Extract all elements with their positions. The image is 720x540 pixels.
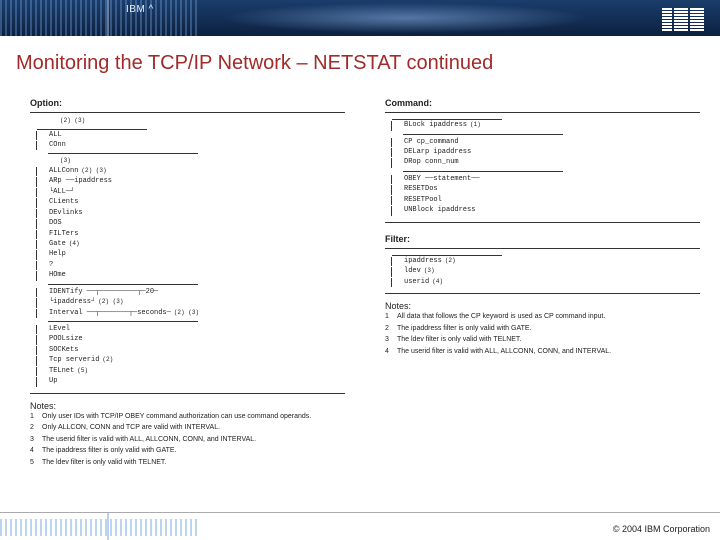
filter-section-label: Filter: xyxy=(385,233,700,245)
slide-footer: © 2004 IBM Corporation xyxy=(0,512,720,540)
option-item: ALLConn(2) (3) xyxy=(36,167,345,176)
option-item: └ipaddress┘(2) (3) xyxy=(36,298,345,307)
slide-header: IBM ^ xyxy=(0,0,720,36)
left-notes-list: 1Only user IDs with TCP/IP OBEY command … xyxy=(30,412,345,469)
note-item: 4The userid filter is valid with ALL, AL… xyxy=(385,347,700,358)
command-item: BLock ipaddress(1) xyxy=(391,121,700,130)
command-item: CP cp_command xyxy=(391,138,700,147)
note-item: 2The ipaddress filter is only valid with… xyxy=(385,324,700,335)
option-item: ALL xyxy=(36,131,345,140)
filter-syntax-diagram: ipaddress(2) ldev(3) userid(4) xyxy=(385,248,700,294)
note-item: 4The ipaddress filter is only valid with… xyxy=(30,446,345,457)
option-item: LEvel xyxy=(36,325,345,334)
note-item: 3The userid filter is valid with ALL, AL… xyxy=(30,435,345,446)
note-item: 2Only ALLCON, CONN and TCP are valid wit… xyxy=(30,423,345,434)
option-item: POOLsize xyxy=(36,335,345,344)
option-item: DOS xyxy=(36,219,345,228)
option-item: DEvlinks xyxy=(36,209,345,218)
command-section-label: Command: xyxy=(385,97,700,109)
left-column: Option: (2) (3) ALL COnn (3) ALLConn(2) … xyxy=(30,91,345,469)
option-header-ref: (2) (3) xyxy=(36,117,85,124)
filter-item: ipaddress(2) xyxy=(391,257,700,266)
command-divider xyxy=(403,134,563,135)
option-item: Gate(4) xyxy=(36,240,345,249)
left-notes-heading: Notes: xyxy=(30,400,345,412)
filter-item: ldev(3) xyxy=(391,267,700,276)
right-notes-heading: Notes: xyxy=(385,300,700,312)
footer-decor-stripes xyxy=(0,519,200,536)
command-syntax-diagram: BLock ipaddress(1) CP cp_command DELarp … xyxy=(385,112,700,223)
right-column: Command: BLock ipaddress(1) CP cp_comman… xyxy=(385,91,700,469)
command-item: UNBlock ipaddress xyxy=(391,206,700,215)
option-item: Up xyxy=(36,377,345,386)
option-ref: (3) xyxy=(36,157,71,164)
product-label: IBM ^ xyxy=(126,4,154,15)
command-divider xyxy=(403,171,563,172)
option-item: Help xyxy=(36,250,345,259)
command-item: RESETPool xyxy=(391,196,700,205)
option-item: IDENTify ──┬─────────┬─20─ xyxy=(36,288,345,297)
slide-title: Monitoring the TCP/IP Network – NETSTAT … xyxy=(0,36,720,81)
option-item: HOme xyxy=(36,271,345,280)
option-item: Tcp serverid(2) xyxy=(36,356,345,365)
right-notes-list: 1All data that follows the CP keyword is… xyxy=(385,312,700,357)
option-section-label: Option: xyxy=(30,97,345,109)
note-item: 1Only user IDs with TCP/IP OBEY command … xyxy=(30,412,345,423)
option-item: ? xyxy=(36,261,345,270)
header-decor-glow xyxy=(190,0,620,36)
option-item: CLients xyxy=(36,198,345,207)
option-divider xyxy=(48,284,198,285)
option-item: TELnet(5) xyxy=(36,367,345,376)
option-item: ARp ──ipaddress xyxy=(36,177,345,186)
note-item: 5The ldev filter is only valid with TELN… xyxy=(30,458,345,469)
option-item: FILTers xyxy=(36,230,345,239)
option-item: SOCKets xyxy=(36,346,345,355)
footer-divider xyxy=(107,513,109,540)
header-divider xyxy=(107,0,109,36)
option-divider xyxy=(48,153,198,154)
command-item: OBEY ──statement── xyxy=(391,175,700,184)
note-item: 3The ldev filter is only valid with TELN… xyxy=(385,335,700,346)
note-item: 1All data that follows the CP keyword is… xyxy=(385,312,700,323)
command-item: RESETDos xyxy=(391,185,700,194)
option-syntax-diagram: (2) (3) ALL COnn (3) ALLConn(2) (3) ARp … xyxy=(30,112,345,394)
filter-item: userid(4) xyxy=(391,278,700,287)
ibm-logo-icon xyxy=(662,8,704,32)
option-item: COnn xyxy=(36,141,345,150)
header-decor-stripes xyxy=(0,0,200,36)
slide-body: Option: (2) (3) ALL COnn (3) ALLConn(2) … xyxy=(0,81,720,469)
option-item: Interval ──┬───────┬─seconds─(2) (3) xyxy=(36,309,345,318)
copyright-text: © 2004 IBM Corporation xyxy=(613,524,710,534)
option-item: └ALL─┘ xyxy=(36,188,345,197)
command-item: DELarp ipaddress xyxy=(391,148,700,157)
option-divider xyxy=(48,321,198,322)
command-item: DRop conn_num xyxy=(391,158,700,167)
